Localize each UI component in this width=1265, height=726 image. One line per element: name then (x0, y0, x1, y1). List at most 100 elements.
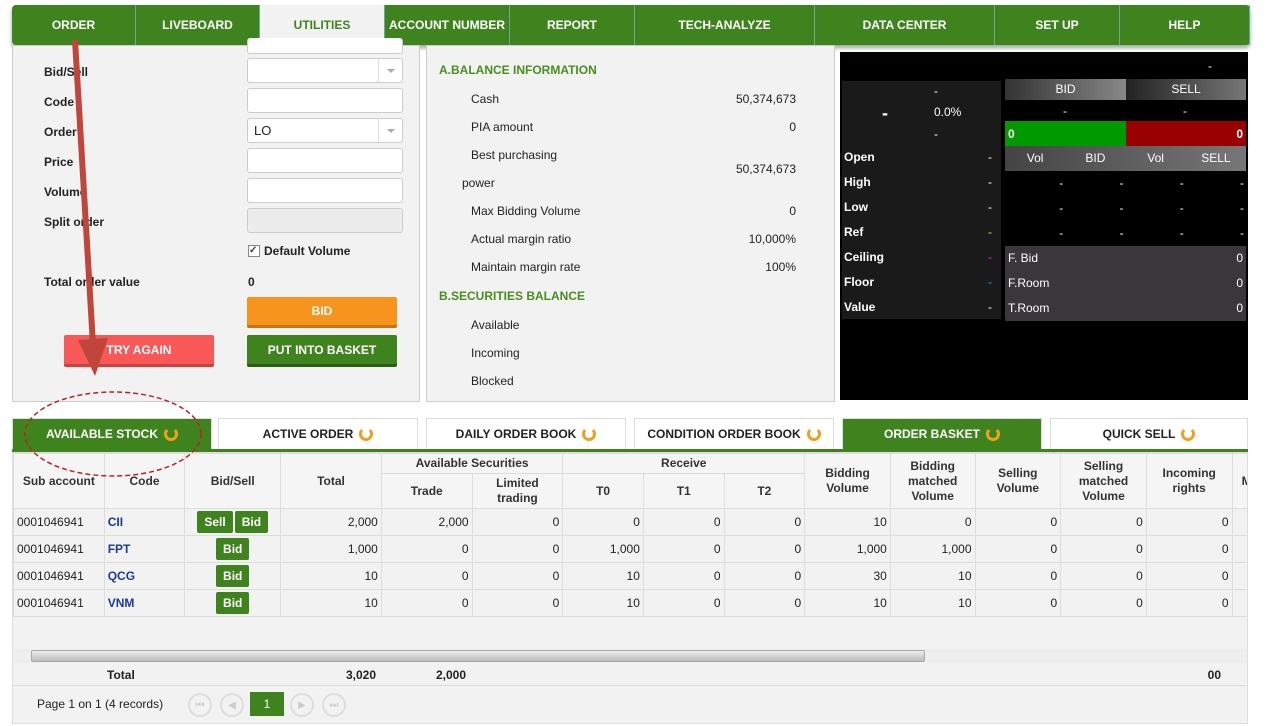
header-incoming: Incoming rights (1145, 453, 1233, 509)
volume-input[interactable] (247, 178, 403, 203)
pia-value: 0 (789, 120, 796, 134)
cell-value: 0 (723, 589, 806, 617)
cell-value: 0 (1145, 508, 1233, 536)
depth-cell: - (1240, 176, 1244, 190)
refresh-icon[interactable] (986, 427, 1000, 441)
total-label: Total (107, 668, 135, 682)
refresh-icon[interactable] (1181, 427, 1196, 441)
horizontal-scrollbar[interactable] (13, 649, 1247, 663)
tab-order-basket[interactable]: ORDER BASKET (842, 418, 1042, 450)
stock-code[interactable]: VNM (103, 589, 186, 617)
price-input[interactable] (247, 148, 403, 173)
quote-label-low: Low (844, 200, 868, 214)
tab-active-order[interactable]: ACTIVE ORDER (218, 418, 418, 450)
current-page-button[interactable]: 1 (250, 692, 284, 716)
depth-header: SELL (1201, 151, 1231, 165)
quote-label-value: Value (844, 300, 876, 314)
nav-tab-data-center[interactable]: DATA CENTER (815, 5, 995, 45)
refresh-icon[interactable] (164, 427, 178, 441)
nav-tab-report[interactable]: REPORT (510, 5, 635, 45)
cell-value: 0 (471, 535, 564, 563)
cell-value: 0 (562, 508, 644, 536)
last-page-button[interactable]: ⏭ (322, 693, 346, 717)
price-summary: - - 0.0% - Open - High - Low - Ref - Ceiling - Flo… (842, 81, 1001, 319)
nav-tab-liveboard[interactable]: LIVEBOARD (136, 5, 260, 45)
available-label: Available (471, 318, 520, 332)
maintain-margin-rate-value: 100% (765, 260, 796, 274)
scrollbar-thumb[interactable] (31, 650, 925, 662)
bid-button[interactable]: Bid (216, 592, 250, 614)
cell-value: 10 (889, 589, 976, 617)
cell-value: 1,000 (562, 535, 644, 563)
tab-quick-sell[interactable]: QUICK SELL (1050, 418, 1248, 450)
split-order-input[interactable] (247, 208, 403, 233)
price-label: Price (44, 155, 74, 169)
cell-value: 0 (1060, 535, 1147, 563)
foreign-value: 0 (1236, 276, 1243, 290)
actual-margin-ratio-label: Actual margin ratio (471, 232, 572, 246)
depth-cell: - (1059, 176, 1064, 190)
bid-button[interactable]: Bid (216, 565, 250, 587)
cell-value: 0 (889, 508, 976, 536)
cell-value: 10 (804, 589, 891, 617)
change-percent: 0.0% (934, 105, 962, 119)
nav-tab-set-up[interactable]: SET UP (995, 5, 1120, 45)
cell-value: 0 (974, 535, 1062, 563)
nav-tab-order[interactable]: ORDER (12, 5, 136, 45)
quote-label-ceiling: Ceiling (844, 250, 885, 264)
refresh-icon[interactable] (582, 427, 597, 441)
default-volume-checkbox[interactable]: ✓ Default Volume (248, 244, 350, 258)
cell-value: 0 (1060, 589, 1147, 617)
best-purchasing-power-label-2: power (462, 176, 495, 190)
quote-value-open: - (988, 150, 992, 164)
header-bidmatched: Bidding matched Volume (889, 453, 976, 509)
cell-value: 0 (974, 508, 1062, 536)
sell-button[interactable]: Sell (197, 511, 233, 533)
refresh-icon[interactable] (806, 427, 821, 441)
first-page-button[interactable]: ⏮ (188, 693, 212, 717)
stock-code[interactable]: QCG (103, 562, 186, 590)
refresh-icon[interactable] (359, 427, 374, 441)
cell-value: 0 (471, 508, 564, 536)
sub-account: 0001046941 (13, 535, 105, 563)
order-type-select[interactable]: LO (247, 118, 403, 143)
bid-sell-select[interactable] (247, 58, 403, 83)
actual-margin-ratio-value: 10,000% (748, 232, 796, 246)
balance-info-heading: A.BALANCE INFORMATION (439, 63, 597, 77)
tab-condition-order-book[interactable]: CONDITION ORDER BOOK (634, 418, 834, 450)
code-input[interactable] (247, 88, 403, 113)
quote-panel: - - - 0.0% - Open - High - Low - Ref - Ceiling - F… (840, 52, 1248, 400)
quote-label-open: Open (844, 150, 875, 164)
stock-code[interactable]: FPT (103, 535, 186, 563)
bid-button[interactable]: Bid (216, 538, 250, 560)
tab-label: CONDITION ORDER BOOK (647, 427, 801, 441)
header-sellvol: Selling Volume (974, 453, 1062, 509)
tab-daily-order-book[interactable]: DAILY ORDER BOOK (426, 418, 626, 450)
table-row: 0001046941 VNM Bid 10 0 0 10 0 0 10 10 0 0 0 (13, 589, 1247, 617)
bid-button[interactable]: BID (247, 297, 397, 328)
depth-cell: - (1179, 226, 1184, 240)
partial-input[interactable] (247, 38, 403, 54)
put-into-basket-button[interactable]: PUT INTO BASKET (247, 335, 397, 367)
cell-value: 0 (642, 562, 725, 590)
header-limited: Limited trading (471, 473, 564, 509)
try-again-button[interactable]: TRY AGAIN (64, 335, 214, 367)
default-volume-label: Default Volume (264, 244, 351, 258)
prev-page-button[interactable]: ◀ (220, 693, 244, 717)
total-trade: 2,000 (435, 668, 466, 682)
nav-tab-tech-analyze[interactable]: TECH-ANALYZE (635, 5, 815, 45)
header-code: Code (103, 453, 186, 509)
header-bidvol: Bidding Volume (804, 453, 891, 509)
max-bidding-volume-value: 0 (789, 204, 796, 218)
tab-available-stock[interactable]: AVAILABLE STOCK (12, 418, 212, 450)
bid-total-bar: 0 (1005, 121, 1126, 146)
quote-label-floor: Floor (844, 275, 874, 289)
tab-label: ORDER BASKET (883, 427, 980, 441)
stock-code[interactable]: CII (103, 508, 186, 536)
bid-button[interactable]: Bid (234, 511, 269, 533)
bid-header: BID (1005, 79, 1126, 100)
nav-tab-account-number[interactable]: ACCOUNT NUMBER (385, 5, 510, 45)
nav-tab-help[interactable]: HELP (1120, 5, 1250, 45)
next-page-button[interactable]: ▶ (290, 693, 314, 717)
sub-account: 0001046941 (13, 562, 105, 590)
